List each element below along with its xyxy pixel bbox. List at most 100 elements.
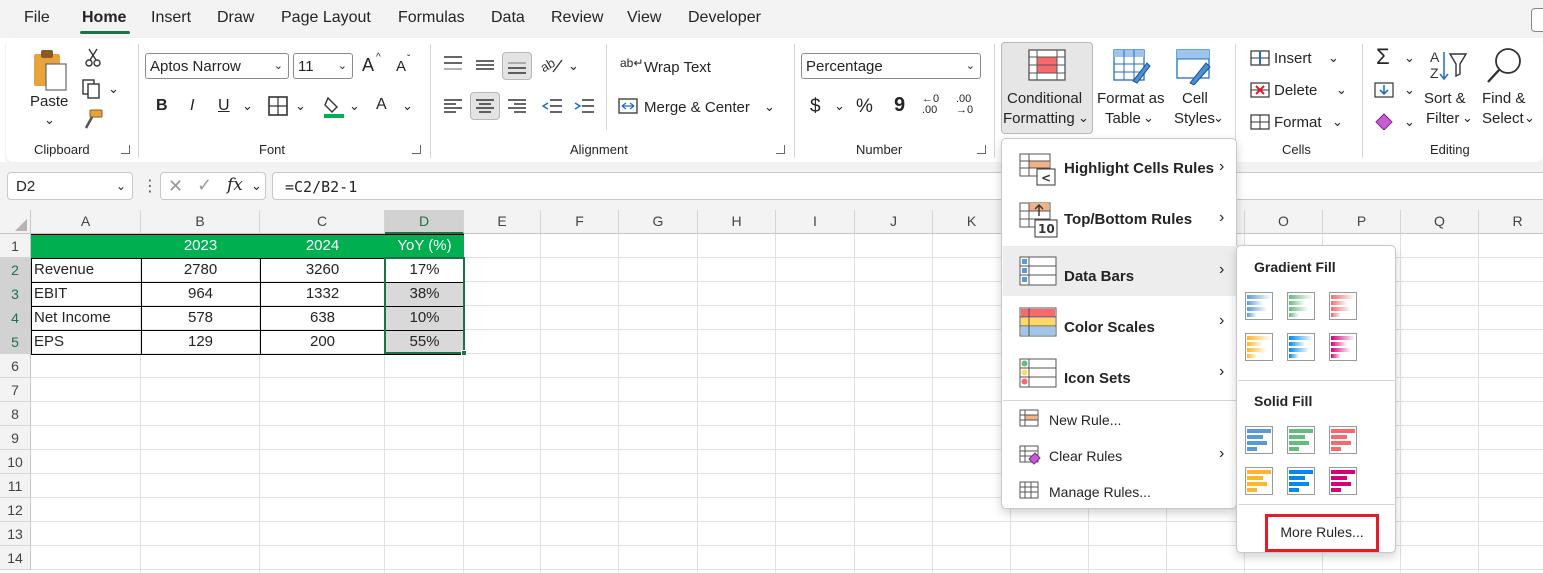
solid-data-bar-option-5[interactable] bbox=[1287, 467, 1315, 495]
autosum-icon[interactable]: Σ bbox=[1376, 44, 1390, 70]
increase-indent-icon[interactable] bbox=[574, 98, 594, 114]
wrap-text-button[interactable]: Wrap Text bbox=[644, 59, 711, 76]
fill-icon[interactable] bbox=[1374, 82, 1394, 98]
merge-center-icon[interactable] bbox=[618, 98, 638, 114]
find-select-label-1[interactable]: Find & bbox=[1482, 90, 1525, 107]
comments-button[interactable] bbox=[1531, 8, 1543, 32]
row-header-10[interactable]: 10 bbox=[0, 450, 31, 474]
highlight-cells-rules-item[interactable]: < Highlight Cells Rules › bbox=[1003, 143, 1237, 195]
percent-style-button[interactable]: % bbox=[856, 96, 873, 118]
data-bars-item[interactable]: Data Bars › bbox=[1003, 246, 1237, 296]
fill-dropdown-icon[interactable]: ⌄ bbox=[1404, 82, 1415, 98]
row-header-5[interactable]: 5 bbox=[0, 330, 31, 354]
column-header-c[interactable]: C bbox=[260, 210, 385, 234]
insert-cells-icon[interactable] bbox=[1250, 50, 1270, 66]
currency-dropdown-icon[interactable]: ⌄ bbox=[834, 98, 845, 114]
color-scales-item[interactable]: Color Scales › bbox=[1003, 297, 1237, 347]
cell-a4[interactable]: Net Income bbox=[34, 306, 139, 330]
align-left-icon[interactable] bbox=[444, 98, 462, 114]
fill-handle[interactable] bbox=[461, 350, 467, 356]
fill-color-dropdown-icon[interactable]: ⌄ bbox=[349, 98, 360, 114]
cell-styles-label-1[interactable]: Cell bbox=[1182, 90, 1208, 107]
formula-input[interactable]: =C2/B2-1 bbox=[272, 172, 1543, 200]
number-launcher-icon[interactable] bbox=[977, 145, 986, 154]
cell-styles-label-2[interactable]: Styles bbox=[1174, 110, 1215, 127]
insert-function-button[interactable]: fx bbox=[227, 175, 243, 195]
cell-c1[interactable]: 2024 bbox=[260, 234, 385, 258]
grow-font-button[interactable]: A bbox=[362, 55, 374, 76]
column-header-e[interactable]: E bbox=[464, 210, 541, 234]
column-header-k[interactable]: K bbox=[933, 210, 1011, 234]
format-as-table-icon[interactable] bbox=[1113, 49, 1151, 85]
row-header-14[interactable]: 14 bbox=[0, 546, 31, 570]
tab-page-layout[interactable]: Page Layout bbox=[281, 9, 371, 27]
underline-button[interactable]: U bbox=[218, 97, 230, 115]
column-header-d[interactable]: D bbox=[385, 210, 464, 234]
sort-filter-label-2[interactable]: Filter bbox=[1426, 110, 1459, 127]
paste-icon[interactable] bbox=[30, 48, 70, 92]
row-header-13[interactable]: 13 bbox=[0, 522, 31, 546]
column-header-b[interactable]: B bbox=[141, 210, 260, 234]
icon-sets-item[interactable]: Icon Sets › bbox=[1003, 348, 1237, 398]
font-name-select[interactable]: Aptos Narrow ⌄ bbox=[145, 53, 289, 79]
column-header-g[interactable]: G bbox=[619, 210, 698, 234]
tab-data[interactable]: Data bbox=[491, 9, 525, 27]
shrink-font-button[interactable]: A bbox=[396, 58, 406, 75]
font-color-button[interactable]: A bbox=[376, 96, 387, 114]
orientation-icon[interactable]: ab bbox=[541, 54, 563, 74]
format-as-table-label-1[interactable]: Format as bbox=[1097, 90, 1165, 107]
format-as-table-label-2[interactable]: Table bbox=[1105, 110, 1141, 127]
enter-icon[interactable]: ✓ bbox=[197, 175, 212, 196]
clear-dropdown-icon[interactable]: ⌄ bbox=[1404, 114, 1415, 130]
column-header-a[interactable]: A bbox=[31, 210, 141, 234]
bold-button[interactable]: B bbox=[156, 97, 168, 115]
sort-filter-label-1[interactable]: Sort & bbox=[1424, 90, 1466, 107]
underline-dropdown-icon[interactable]: ⌄ bbox=[242, 98, 253, 114]
row-header-6[interactable]: 6 bbox=[0, 354, 31, 378]
decrease-indent-icon[interactable] bbox=[542, 98, 562, 114]
column-header-j[interactable]: J bbox=[855, 210, 933, 234]
cell-c2[interactable]: 3260 bbox=[260, 258, 385, 282]
autosum-dropdown-icon[interactable]: ⌄ bbox=[1404, 50, 1415, 66]
delete-button[interactable]: Delete bbox=[1274, 82, 1317, 99]
cell-a1[interactable] bbox=[31, 234, 141, 258]
tab-view[interactable]: View bbox=[627, 9, 661, 27]
tab-review[interactable]: Review bbox=[551, 9, 603, 27]
column-header-h[interactable]: H bbox=[698, 210, 776, 234]
cell-b3[interactable]: 964 bbox=[141, 282, 260, 306]
column-header-i[interactable]: I bbox=[776, 210, 855, 234]
tab-insert[interactable]: Insert bbox=[151, 9, 191, 27]
align-right-icon[interactable] bbox=[508, 98, 526, 114]
row-header-11[interactable]: 11 bbox=[0, 474, 31, 498]
cell-c3[interactable]: 1332 bbox=[260, 282, 385, 306]
row-header-4[interactable]: 4 bbox=[0, 306, 31, 330]
format-cells-icon[interactable] bbox=[1250, 114, 1270, 130]
borders-icon[interactable] bbox=[268, 96, 288, 116]
align-middle-icon[interactable] bbox=[476, 58, 494, 72]
gradient-data-bar-option-3[interactable] bbox=[1329, 292, 1357, 320]
tab-draw[interactable]: Draw bbox=[217, 9, 254, 27]
column-header-f[interactable]: F bbox=[541, 210, 619, 234]
solid-data-bar-option-1[interactable] bbox=[1245, 426, 1273, 454]
row-header-12[interactable]: 12 bbox=[0, 498, 31, 522]
merge-dropdown-icon[interactable]: ⌄ bbox=[764, 99, 775, 115]
row-header-8[interactable]: 8 bbox=[0, 402, 31, 426]
cell-a5[interactable]: EPS bbox=[34, 330, 139, 354]
copy-icon[interactable] bbox=[82, 79, 102, 99]
paste-label[interactable]: Paste bbox=[30, 93, 68, 110]
cell-a3[interactable]: EBIT bbox=[34, 282, 139, 306]
solid-data-bar-option-3[interactable] bbox=[1329, 426, 1357, 454]
borders-dropdown-icon[interactable]: ⌄ bbox=[295, 98, 306, 114]
cell-a2[interactable]: Revenue bbox=[34, 258, 139, 282]
increase-decimal-icon[interactable]: ←0.00 bbox=[922, 94, 939, 116]
paste-dropdown-icon[interactable]: ⌄ bbox=[44, 112, 55, 128]
solid-data-bar-option-6[interactable] bbox=[1329, 467, 1357, 495]
gradient-data-bar-option-4[interactable] bbox=[1245, 333, 1273, 361]
column-header-o[interactable]: O bbox=[1245, 210, 1323, 234]
solid-data-bar-option-2[interactable] bbox=[1287, 426, 1315, 454]
font-color-dropdown-icon[interactable]: ⌄ bbox=[402, 98, 413, 114]
insert-button[interactable]: Insert bbox=[1274, 50, 1312, 67]
delete-cells-icon[interactable] bbox=[1250, 82, 1270, 98]
clear-icon[interactable] bbox=[1374, 112, 1396, 130]
italic-button[interactable]: I bbox=[190, 97, 194, 115]
